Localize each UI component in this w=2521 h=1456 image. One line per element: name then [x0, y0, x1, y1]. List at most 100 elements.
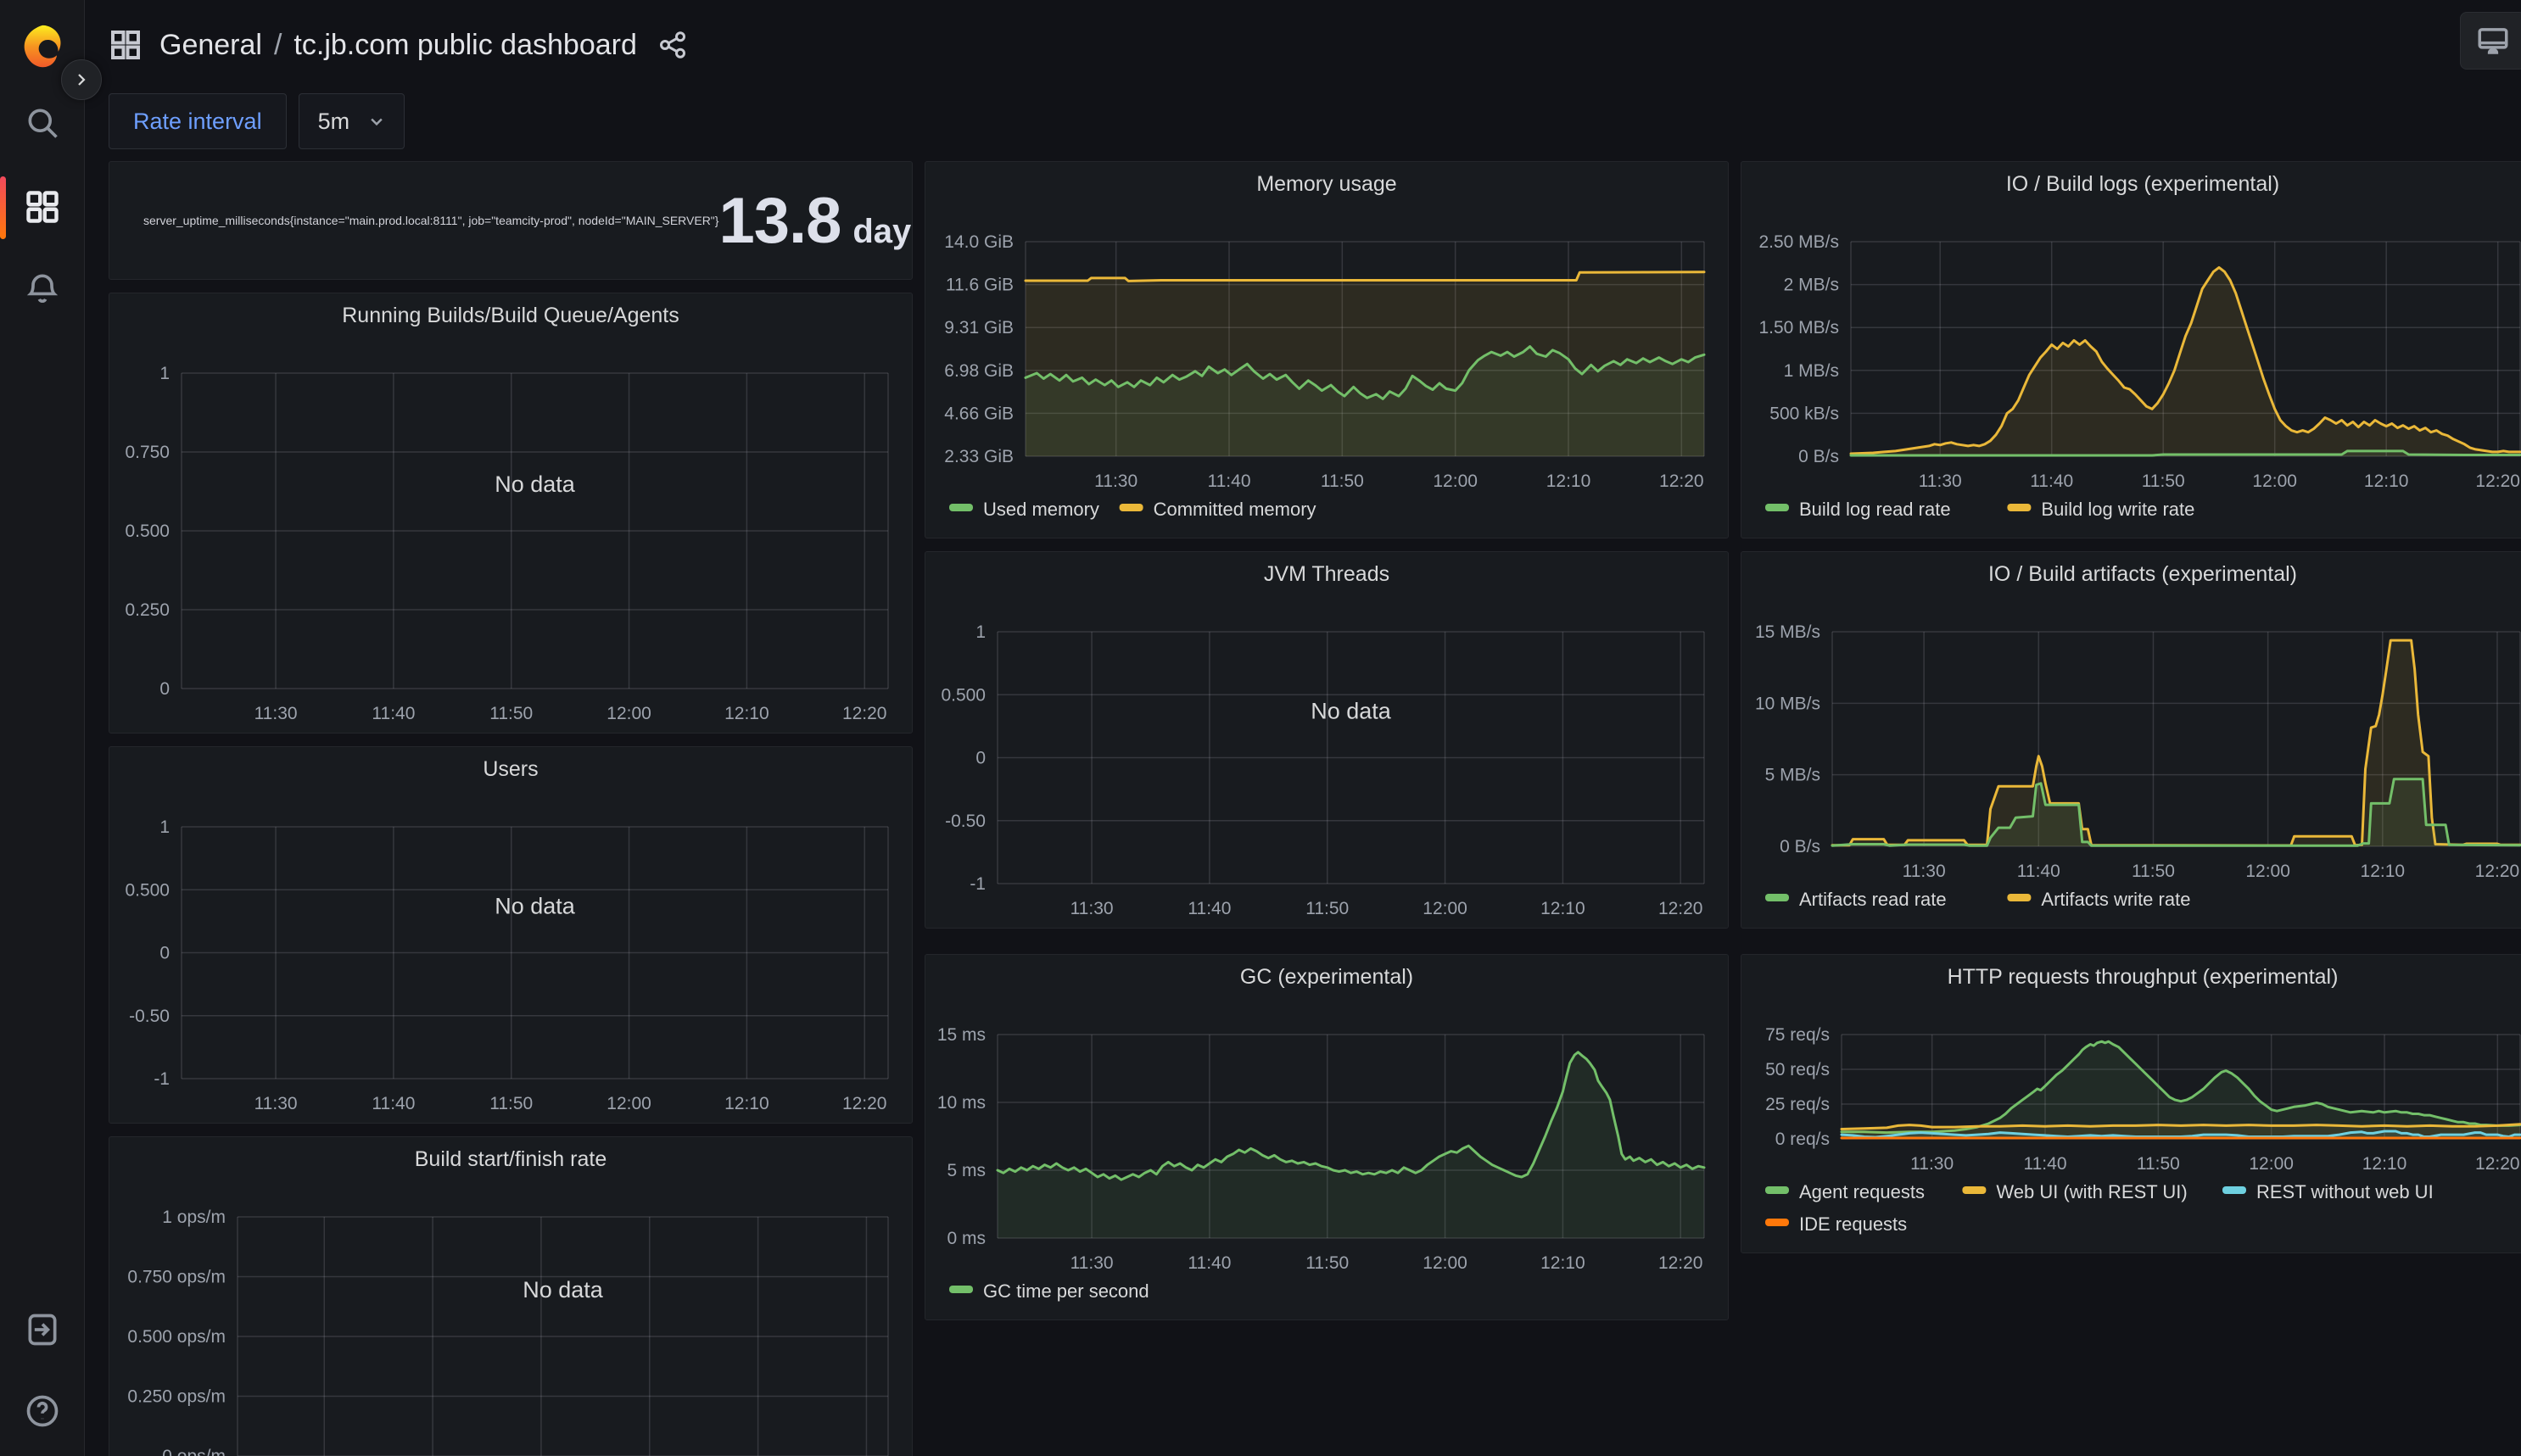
y-tick-label: 5 MB/s: [1765, 766, 1820, 785]
x-tick-label: 11:40: [1208, 471, 1251, 491]
panel-title[interactable]: JVM Threads: [925, 562, 1728, 587]
series-fill: [1832, 779, 2520, 846]
stat-value-wrap: 13.8 day: [718, 184, 911, 258]
legend-item[interactable]: Committed memory: [1120, 499, 1316, 520]
help-icon[interactable]: [24, 1392, 61, 1430]
sign-in-icon[interactable]: [24, 1311, 61, 1348]
stat-query-label: server_uptime_milliseconds{instance="mai…: [143, 214, 718, 227]
sidebar-active-indicator: [0, 176, 6, 239]
panel-running-builds: Running Builds/Build Queue/Agents 1 0.750 0…: [109, 293, 913, 734]
y-tick-label: 25 req/s: [1765, 1095, 1830, 1114]
legend-item[interactable]: Web UI (with REST UI): [1962, 1181, 2187, 1202]
legend-label: Build log read rate: [1799, 499, 1951, 520]
rate-interval-value: 5m: [318, 109, 350, 135]
legend-item[interactable]: Used memory: [949, 499, 1099, 520]
sidebar: [0, 0, 85, 1456]
y-tick-label: 1: [159, 364, 170, 383]
stat-body: server_uptime_milliseconds{instance="mai…: [109, 162, 912, 279]
panel-io-artifacts: IO / Build artifacts (experimental)15 MB…: [1741, 551, 2521, 929]
y-tick-label: 2 MB/s: [1784, 276, 1839, 295]
legend-label: GC time per second: [983, 1280, 1149, 1302]
kiosk-mode-icon[interactable]: [2460, 12, 2521, 70]
x-tick-label: 12:10: [1540, 899, 1585, 918]
legend-item[interactable]: Artifacts read rate: [1765, 889, 1947, 910]
x-tick-label: 11:40: [2024, 1154, 2067, 1174]
panel-io-logs: IO / Build logs (experimental) 2.50 MB/s 2…: [1741, 161, 2521, 538]
legend-item[interactable]: Build log write rate: [2007, 499, 2194, 520]
x-tick-label: 11:40: [2017, 862, 2060, 881]
y-tick-label: 0.750: [125, 443, 170, 462]
x-tick-label: 11:50: [2132, 862, 2175, 881]
y-tick-label: 0.500: [941, 685, 986, 705]
breadcrumb-folder[interactable]: General: [159, 29, 262, 62]
grid-lines: [182, 373, 888, 689]
x-tick-label: 12:20: [1658, 1253, 1703, 1273]
y-tick-label: 0.500 ops/m: [127, 1327, 226, 1347]
rate-interval-label[interactable]: Rate interval: [109, 109, 286, 135]
share-icon[interactable]: [657, 30, 688, 60]
y-tick-label: 10 MB/s: [1755, 694, 1820, 713]
chart-running-builds: 10.7500.5000.250011:3011:4011:5012:0012:…: [109, 332, 912, 734]
legend-item[interactable]: GC time per second: [949, 1280, 1149, 1302]
stat-value: 13.8: [718, 184, 841, 258]
legend-item[interactable]: Build log read rate: [1765, 499, 1951, 520]
panel-title[interactable]: Build start/finish rate: [109, 1147, 912, 1172]
panel-title[interactable]: GC (experimental): [925, 965, 1728, 990]
x-tick-label: 11:50: [489, 704, 533, 723]
x-tick-label: 12:00: [2249, 1154, 2294, 1174]
panel-title[interactable]: Running Builds/Build Queue/Agents: [109, 304, 912, 328]
x-tick-label: 12:00: [606, 1094, 651, 1113]
legend-item[interactable]: Agent requests: [1765, 1181, 1925, 1202]
y-tick-label: 500 kB/s: [1769, 404, 1839, 423]
x-tick-label: 12:20: [2475, 862, 2520, 881]
x-tick-label: 12:00: [2252, 471, 2297, 491]
search-icon[interactable]: [24, 104, 61, 142]
legend-label: Used memory: [983, 499, 1099, 520]
y-tick-label: 10 ms: [937, 1093, 986, 1113]
x-tick-label: 11:50: [2137, 1154, 2180, 1174]
panel-http: HTTP requests throughput (experimental)7…: [1741, 954, 2521, 1253]
y-tick-label: 4.66 GiB: [944, 404, 1014, 423]
panel-title[interactable]: Memory usage: [925, 172, 1728, 197]
dashboard-toolbar: Rate interval 5m: [109, 93, 405, 149]
x-tick-label: 11:50: [1305, 899, 1349, 918]
no-data-label: No data: [495, 894, 576, 919]
x-tick-label: 11:50: [489, 1094, 533, 1113]
expand-sidebar-button[interactable]: [61, 59, 102, 100]
legend-label: REST without web UI: [2256, 1181, 2434, 1202]
panel-build-rate: Build start/finish rate1 ops/m0.750 ops/…: [109, 1136, 913, 1456]
grafana-logo[interactable]: [16, 22, 69, 66]
legend-item[interactable]: REST without web UI: [2222, 1181, 2434, 1202]
x-tick-label: 11:50: [2142, 471, 2185, 491]
panel-title[interactable]: IO / Build artifacts (experimental): [1741, 562, 2521, 587]
x-tick-label: 11:40: [1188, 899, 1231, 918]
y-tick-label: 2.50 MB/s: [1758, 232, 1839, 252]
y-tick-label: 0: [159, 679, 170, 699]
y-tick-label: 1 MB/s: [1784, 361, 1839, 381]
x-tick-label: 12:10: [724, 704, 769, 723]
x-tick-label: 12:20: [1659, 471, 1704, 491]
grid-lines: [182, 827, 888, 1079]
panel-title[interactable]: Users: [109, 757, 912, 782]
x-tick-label: 11:30: [1903, 862, 1946, 881]
dashboards-icon[interactable]: [24, 188, 61, 226]
panel-title[interactable]: IO / Build logs (experimental): [1741, 172, 2521, 197]
x-tick-label: 11:30: [1070, 899, 1114, 918]
legend-item[interactable]: Artifacts write rate: [2007, 889, 2190, 910]
x-tick-label: 11:40: [372, 704, 415, 723]
rate-interval-control[interactable]: Rate interval: [109, 93, 287, 149]
x-tick-label: 12:10: [2364, 471, 2409, 491]
chart-memory: 14.0 GiB11.6 GiB9.31 GiB6.98 GiB4.66 GiB…: [925, 201, 1728, 538]
y-tick-label: 0.250: [125, 600, 170, 620]
legend-item[interactable]: IDE requests: [1765, 1213, 1907, 1235]
chart-users: 10.5000-0.50-111:3011:4011:5012:0012:101…: [109, 786, 912, 1124]
bell-icon[interactable]: [24, 270, 61, 307]
breadcrumb: General / tc.jb.com public dashboard: [159, 29, 637, 62]
y-tick-label: 50 req/s: [1765, 1060, 1830, 1079]
panel-title[interactable]: HTTP requests throughput (experimental): [1741, 965, 2521, 990]
x-tick-label: 11:30: [1070, 1253, 1114, 1273]
y-tick-label: 1: [159, 817, 170, 837]
panel-gc: GC (experimental)15 ms10 ms5 ms0 ms11:30…: [925, 954, 1729, 1320]
x-tick-label: 12:10: [1546, 471, 1591, 491]
rate-interval-select[interactable]: 5m: [299, 93, 405, 149]
